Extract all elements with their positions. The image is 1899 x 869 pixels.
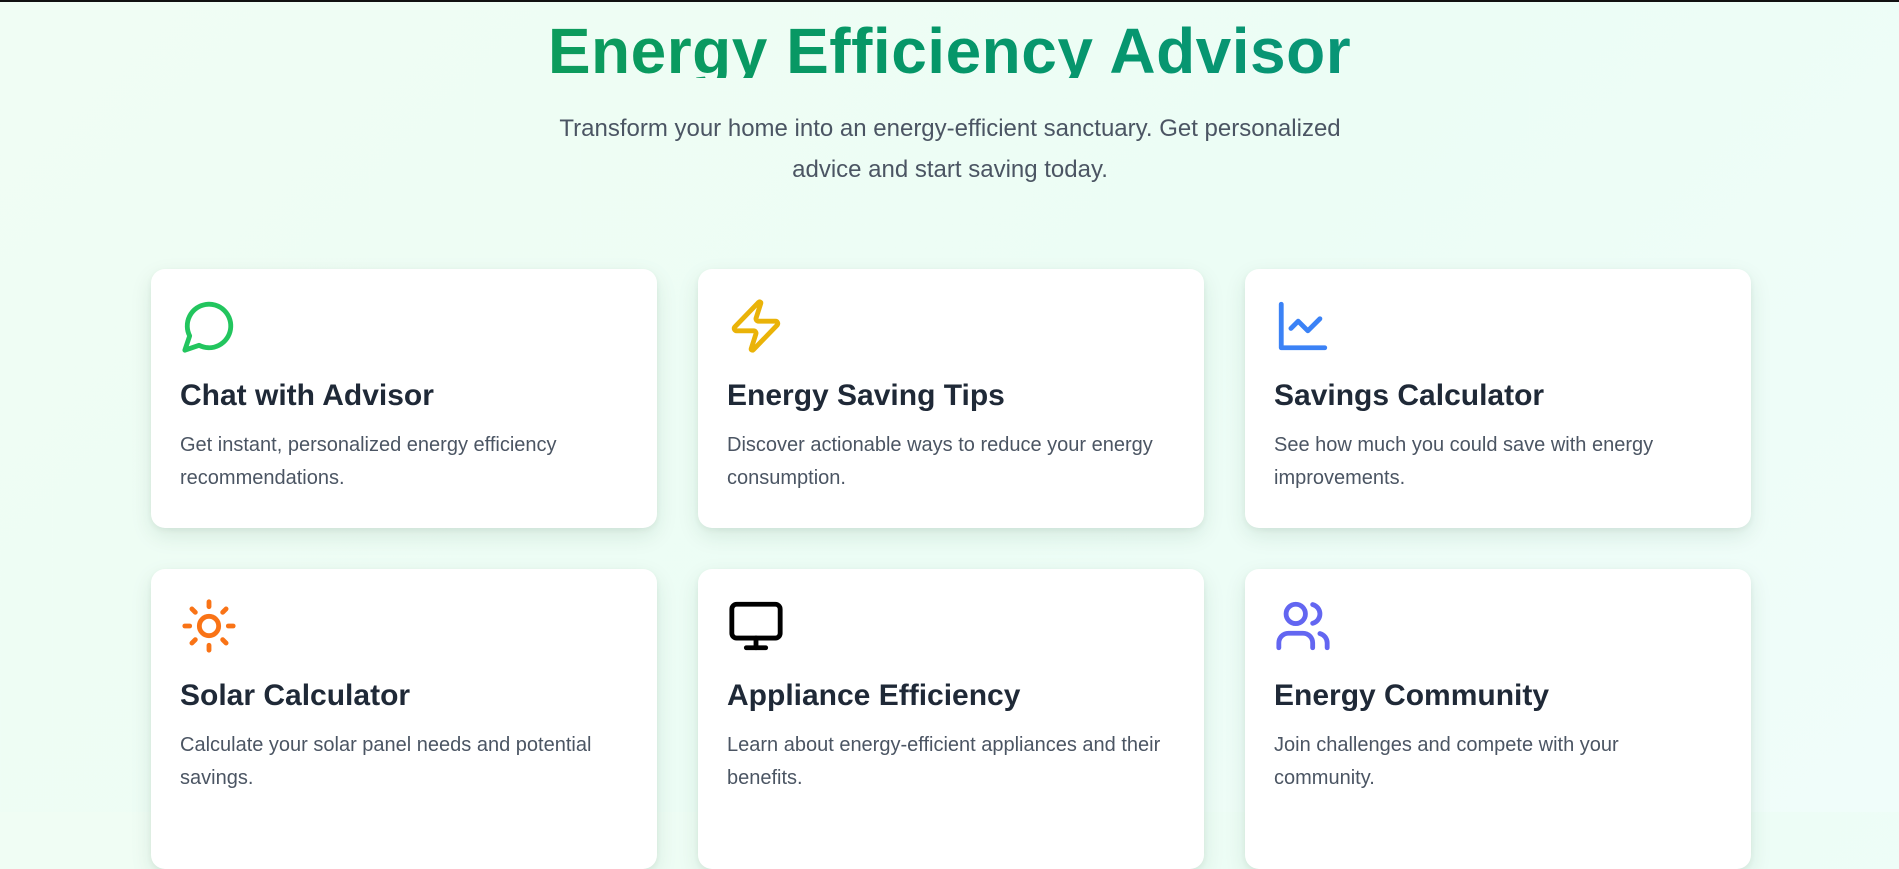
feature-card-description: Discover actionable ways to reduce your … bbox=[727, 434, 1153, 489]
feature-card-description: Calculate your solar panel needs and pot… bbox=[180, 734, 592, 789]
zap-icon bbox=[727, 297, 785, 355]
feature-card-title: Energy Community bbox=[1274, 679, 1550, 712]
feature-card-title: Savings Calculator bbox=[1274, 379, 1545, 412]
line-chart-icon bbox=[1274, 297, 1332, 355]
feature-card-energy-community[interactable]: Energy Community Join challenges and com… bbox=[1245, 569, 1751, 869]
feature-card-description: Get instant, personalized energy efficie… bbox=[180, 434, 557, 489]
feature-card-description: Learn about energy-efficient appliances … bbox=[727, 734, 1161, 789]
feature-card-solar-calculator[interactable]: Solar Calculator Calculate your solar pa… bbox=[151, 569, 657, 869]
feature-card-title: Solar Calculator bbox=[180, 679, 411, 712]
sun-icon bbox=[180, 597, 238, 655]
feature-card-description: Join challenges and compete with your co… bbox=[1274, 734, 1619, 789]
feature-card-energy-saving-tips[interactable]: Energy Saving Tips Discover actionable w… bbox=[698, 269, 1204, 528]
message-circle-icon bbox=[180, 297, 238, 355]
feature-card-savings-calculator[interactable]: Savings Calculator See how much you coul… bbox=[1245, 269, 1751, 528]
title-wrapper: Energy Efficiency Advisor bbox=[0, 0, 1899, 78]
feature-card-title: Energy Saving Tips bbox=[727, 379, 1005, 412]
users-icon bbox=[1274, 597, 1332, 655]
hero-subtitle: Transform your home into an energy-effic… bbox=[559, 115, 1341, 183]
monitor-icon bbox=[727, 597, 785, 655]
feature-card-description: See how much you could save with energy … bbox=[1274, 434, 1654, 489]
page-title: Energy Efficiency Advisor bbox=[0, 12, 1899, 78]
feature-card-title: Chat with Advisor bbox=[180, 379, 434, 412]
feature-card-chat-with-advisor[interactable]: Chat with Advisor Get instant, personali… bbox=[151, 269, 657, 528]
feature-card-appliance-efficiency[interactable]: Appliance Efficiency Learn about energy-… bbox=[698, 569, 1204, 869]
feature-card-title: Appliance Efficiency bbox=[727, 679, 1021, 712]
